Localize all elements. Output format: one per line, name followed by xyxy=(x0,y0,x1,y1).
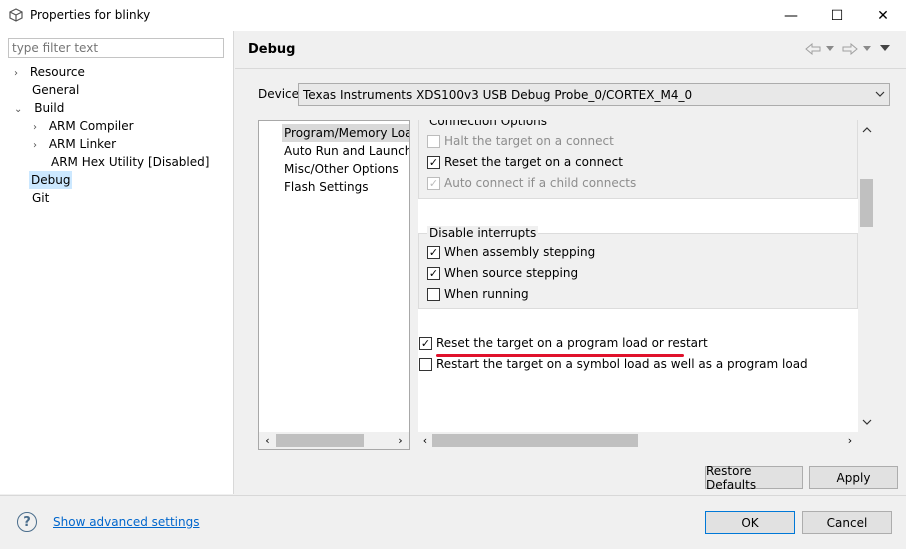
checkbox-box[interactable]: ✓ xyxy=(427,266,440,280)
connection-options-legend: Connection Options xyxy=(427,120,550,128)
checkbox-box[interactable]: ✓ xyxy=(419,336,432,350)
tree-item-label: Build xyxy=(34,101,65,115)
scroll-thumb[interactable] xyxy=(432,434,638,447)
tree-item-arm-compiler[interactable]: › ARM Compiler xyxy=(33,117,134,135)
tree-item-arm-linker[interactable]: › ARM Linker xyxy=(33,135,116,153)
maximize-icon: ☐ xyxy=(830,7,844,24)
checkbox-label: When running xyxy=(444,287,529,301)
chevron-right-icon[interactable]: › xyxy=(33,122,37,133)
app-icon xyxy=(9,8,23,22)
minimize-icon: — xyxy=(784,7,798,24)
scroll-up-icon[interactable] xyxy=(862,126,872,134)
assembly-stepping-checkbox[interactable]: ✓ When assembly stepping xyxy=(427,243,595,261)
chevron-down-icon[interactable]: ⌄ xyxy=(14,104,22,115)
chevron-down-icon xyxy=(875,91,885,97)
checkbox-label: Auto connect if a child connects xyxy=(444,176,637,190)
restore-defaults-button[interactable]: Restore Defaults xyxy=(705,464,803,492)
auto-connect-child-checkbox: ✓ Auto connect if a child connects xyxy=(427,174,636,192)
checkbox-box[interactable] xyxy=(427,287,440,301)
device-select[interactable]: Texas Instruments XDS100v3 USB Debug Pro… xyxy=(298,83,890,106)
tree-item-label: Resource xyxy=(29,65,85,79)
checkbox-label: Restart the target on a symbol load as w… xyxy=(436,357,808,371)
reset-on-program-load-checkbox[interactable]: ✓ Reset the target on a program load or … xyxy=(419,334,708,352)
tree-item-label: Debug xyxy=(31,173,71,187)
checkbox-box[interactable]: ✓ xyxy=(427,245,440,259)
chevron-right-icon[interactable]: › xyxy=(14,68,18,79)
show-advanced-settings-link[interactable]: Show advanced settings xyxy=(53,515,200,529)
scroll-down-icon[interactable] xyxy=(862,418,872,426)
tree-item-general[interactable]: General xyxy=(32,81,79,99)
category-item-program-memory-load[interactable]: Program/Memory Load xyxy=(282,124,409,142)
connection-options-group: Connection Options Halt the target on a … xyxy=(418,120,858,199)
checkbox-label: Reset the target on a connect xyxy=(444,155,623,169)
scroll-right-icon[interactable]: › xyxy=(392,434,409,447)
options-vscrollbar[interactable] xyxy=(858,120,875,432)
options-hscrollbar[interactable]: ‹ › xyxy=(418,432,858,449)
filter-input[interactable] xyxy=(8,38,224,58)
device-value: Texas Instruments XDS100v3 USB Debug Pro… xyxy=(303,87,693,102)
tree-item-arm-hex-utility[interactable]: ARM Hex Utility [Disabled] xyxy=(51,153,209,171)
checkbox-box[interactable]: ✓ xyxy=(427,155,440,169)
category-hscrollbar[interactable]: ‹ › xyxy=(259,432,409,449)
checkbox-label: When source stepping xyxy=(444,266,579,280)
category-item-misc[interactable]: Misc/Other Options xyxy=(284,160,399,178)
forward-dropdown-icon[interactable] xyxy=(863,46,871,52)
cancel-button[interactable]: Cancel xyxy=(802,511,892,534)
maximize-button[interactable]: ☐ xyxy=(814,0,860,31)
checkbox-box[interactable] xyxy=(419,357,432,371)
tree-item-label: ARM Linker xyxy=(48,137,117,151)
tree-item-resource[interactable]: › Resource xyxy=(14,63,85,81)
tree-item-git[interactable]: Git xyxy=(32,189,49,207)
scroll-thumb[interactable] xyxy=(276,434,364,447)
checkbox-label: When assembly stepping xyxy=(444,245,596,259)
halt-on-connect-checkbox: Halt the target on a connect xyxy=(427,132,614,150)
tree-item-label: General xyxy=(32,83,80,97)
page-title: Debug xyxy=(248,42,296,57)
apply-button[interactable]: Apply xyxy=(809,466,898,489)
close-button[interactable]: ✕ xyxy=(860,0,906,31)
back-dropdown-icon[interactable] xyxy=(826,46,834,52)
forward-arrow-icon[interactable] xyxy=(842,43,858,55)
checkbox-label: Reset the target on a program load or re… xyxy=(436,336,708,350)
chevron-right-icon[interactable]: › xyxy=(33,140,37,151)
view-menu-icon[interactable] xyxy=(880,45,890,52)
checkbox-box: ✓ xyxy=(427,176,440,190)
category-item-flash-settings[interactable]: Flash Settings xyxy=(284,178,368,196)
disable-interrupts-legend: Disable interrupts xyxy=(427,226,539,240)
source-stepping-checkbox[interactable]: ✓ When source stepping xyxy=(427,264,578,282)
reset-on-connect-checkbox[interactable]: ✓ Reset the target on a connect xyxy=(427,153,623,171)
close-icon: ✕ xyxy=(877,7,889,24)
scroll-left-icon[interactable]: ‹ xyxy=(259,434,276,447)
tree-item-debug[interactable]: Debug xyxy=(29,171,73,189)
help-icon[interactable]: ? xyxy=(17,512,37,532)
scroll-left-icon[interactable]: ‹ xyxy=(418,434,432,447)
minimize-button[interactable]: — xyxy=(768,0,814,31)
window-title: Properties for blinky xyxy=(30,8,151,22)
scroll-thumb[interactable] xyxy=(860,179,873,227)
tree-item-build[interactable]: ⌄ Build xyxy=(14,99,64,117)
disable-interrupts-group: Disable interrupts ✓ When assembly stepp… xyxy=(418,226,858,309)
category-item-auto-run[interactable]: Auto Run and Launch Op xyxy=(284,142,409,160)
category-list[interactable]: Program/Memory Load Auto Run and Launch … xyxy=(258,120,410,450)
checkbox-box xyxy=(427,134,440,148)
scroll-right-icon[interactable]: › xyxy=(842,434,858,447)
tree-item-label: Git xyxy=(32,191,50,205)
tree-item-label: ARM Hex Utility [Disabled] xyxy=(51,155,210,169)
when-running-checkbox[interactable]: When running xyxy=(427,285,529,303)
ok-button[interactable]: OK xyxy=(705,511,795,534)
checkbox-label: Halt the target on a connect xyxy=(444,134,614,148)
device-label: Device xyxy=(258,87,300,101)
back-arrow-icon[interactable] xyxy=(805,43,821,55)
options-panel: Connection Options Halt the target on a … xyxy=(418,120,858,432)
restart-on-symbol-load-checkbox[interactable]: Restart the target on a symbol load as w… xyxy=(419,355,808,373)
tree-item-label: ARM Compiler xyxy=(48,119,134,133)
